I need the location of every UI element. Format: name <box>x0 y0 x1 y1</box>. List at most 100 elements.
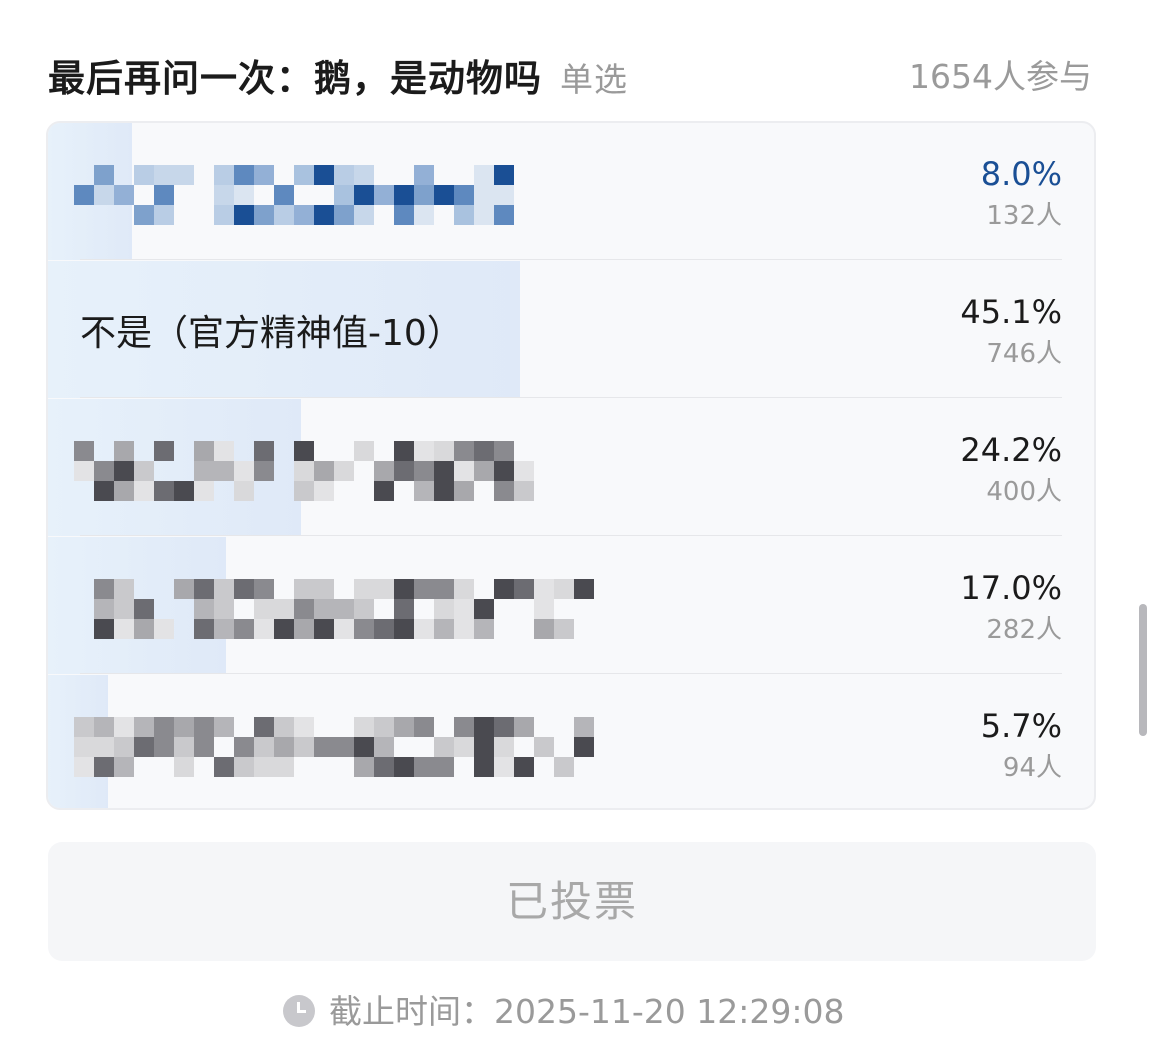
mosaic-cell <box>454 579 474 599</box>
mosaic-cell <box>274 619 294 639</box>
mosaic-cell <box>254 619 274 639</box>
mosaic-cell <box>74 717 94 737</box>
mosaic-cell <box>374 619 394 639</box>
poll-option-5[interactable]: 5.7% 94人 <box>48 675 1094 808</box>
mosaic-cell <box>414 481 434 501</box>
mosaic-cell <box>114 461 134 481</box>
option-percent: 17.0% <box>960 569 1062 607</box>
participant-count: 1654人参与 <box>909 57 1092 96</box>
mosaic-cell <box>294 165 314 185</box>
mosaic-cell <box>354 619 374 639</box>
mosaic-cell <box>454 185 474 205</box>
mosaic-cell <box>534 599 554 619</box>
mosaic-cell <box>174 757 194 777</box>
mosaic-cell <box>254 205 274 225</box>
mosaic-cell <box>494 737 514 757</box>
mosaic-cell <box>314 205 334 225</box>
mosaic-cell <box>314 579 334 599</box>
mosaic-cell <box>374 185 394 205</box>
mosaic-cell <box>394 205 414 225</box>
mosaic-cell <box>574 717 594 737</box>
mosaic-cell <box>134 599 154 619</box>
mosaic-cell <box>134 165 154 185</box>
mosaic-cell <box>94 481 114 501</box>
mosaic-cell <box>314 737 334 757</box>
mosaic-cell <box>194 441 214 461</box>
mosaic-cell <box>174 165 194 185</box>
mosaic-cell <box>154 481 174 501</box>
mosaic-cell <box>414 165 434 185</box>
mosaic-cell <box>474 717 494 737</box>
mosaic-cell <box>134 205 154 225</box>
mosaic-cell <box>434 441 454 461</box>
mosaic-cell <box>134 619 154 639</box>
mosaic-cell <box>534 619 554 639</box>
mosaic-cell <box>334 165 354 185</box>
mosaic-cell <box>474 757 494 777</box>
mosaic-cell <box>354 599 374 619</box>
mosaic-cell <box>254 579 274 599</box>
voted-button[interactable]: 已投票 <box>48 842 1096 961</box>
option-percent: 24.2% <box>960 431 1062 469</box>
mosaic-cell <box>254 757 274 777</box>
mosaic-cell <box>214 579 234 599</box>
mosaic-cell <box>194 619 214 639</box>
mosaic-cell <box>494 579 514 599</box>
poll-type-tag: 单选 <box>560 60 628 99</box>
option-count: 132人 <box>986 201 1062 231</box>
mosaic-cell <box>394 461 414 481</box>
mosaic-cell <box>134 737 154 757</box>
mosaic-cell <box>354 579 374 599</box>
mosaic-cell <box>494 757 514 777</box>
poll-option-1[interactable]: 8.0% 132人 <box>48 123 1094 260</box>
mosaic-cell <box>294 717 314 737</box>
mosaic-cell <box>374 579 394 599</box>
mosaic-cell <box>294 205 314 225</box>
poll-option-3[interactable]: 24.2% 400人 <box>48 399 1094 536</box>
mosaic-cell <box>134 481 154 501</box>
mosaic-cell <box>334 205 354 225</box>
mosaic-cell <box>174 579 194 599</box>
mosaic-cell <box>94 165 114 185</box>
mosaic-cell <box>214 619 234 639</box>
mosaic-cell <box>234 757 254 777</box>
mosaic-cell <box>474 599 494 619</box>
mosaic-cell <box>234 461 254 481</box>
mosaic-cell <box>294 481 314 501</box>
option-count: 746人 <box>986 339 1062 369</box>
mosaic-cell <box>74 441 94 461</box>
mosaic-cell <box>414 461 434 481</box>
poll-option-4[interactable]: 17.0% 282人 <box>48 537 1094 674</box>
poll-option-2[interactable]: 不是（官方精神值-10） 45.1% 746人 <box>48 261 1094 398</box>
mosaic-cell <box>494 165 514 185</box>
mosaic-cell <box>474 441 494 461</box>
option-count: 94人 <box>1002 753 1062 783</box>
option-percent: 8.0% <box>980 155 1062 193</box>
mosaic-cell <box>74 461 94 481</box>
mosaic-cell <box>394 185 414 205</box>
mosaic-cell <box>454 619 474 639</box>
mosaic-cell <box>354 165 374 185</box>
mosaic-cell <box>214 757 234 777</box>
mosaic-cell <box>114 441 134 461</box>
poll-header: 最后再问一次：鹅，是动物吗 单选 1654人参与 <box>48 40 1098 100</box>
mosaic-cell <box>274 717 294 737</box>
mosaic-cell <box>114 481 134 501</box>
scrollbar[interactable] <box>1139 604 1147 736</box>
mosaic-cell <box>374 461 394 481</box>
poll-card: 最后再问一次：鹅，是动物吗 单选 1654人参与 8.0% 132人 不是（官方精… <box>0 0 1159 1054</box>
mosaic-cell <box>234 185 254 205</box>
mosaic-cell <box>474 619 494 639</box>
mosaic-cell <box>154 205 174 225</box>
mosaic-cell <box>434 461 454 481</box>
mosaic-cell <box>214 205 234 225</box>
mosaic-cell <box>94 737 114 757</box>
mosaic-cell <box>194 717 214 737</box>
mosaic-cell <box>454 481 474 501</box>
mosaic-cell <box>274 599 294 619</box>
mosaic-cell <box>514 579 534 599</box>
option-divider <box>80 535 1062 536</box>
mosaic-cell <box>454 441 474 461</box>
mosaic-cell <box>234 205 254 225</box>
option-count: 282人 <box>986 615 1062 645</box>
